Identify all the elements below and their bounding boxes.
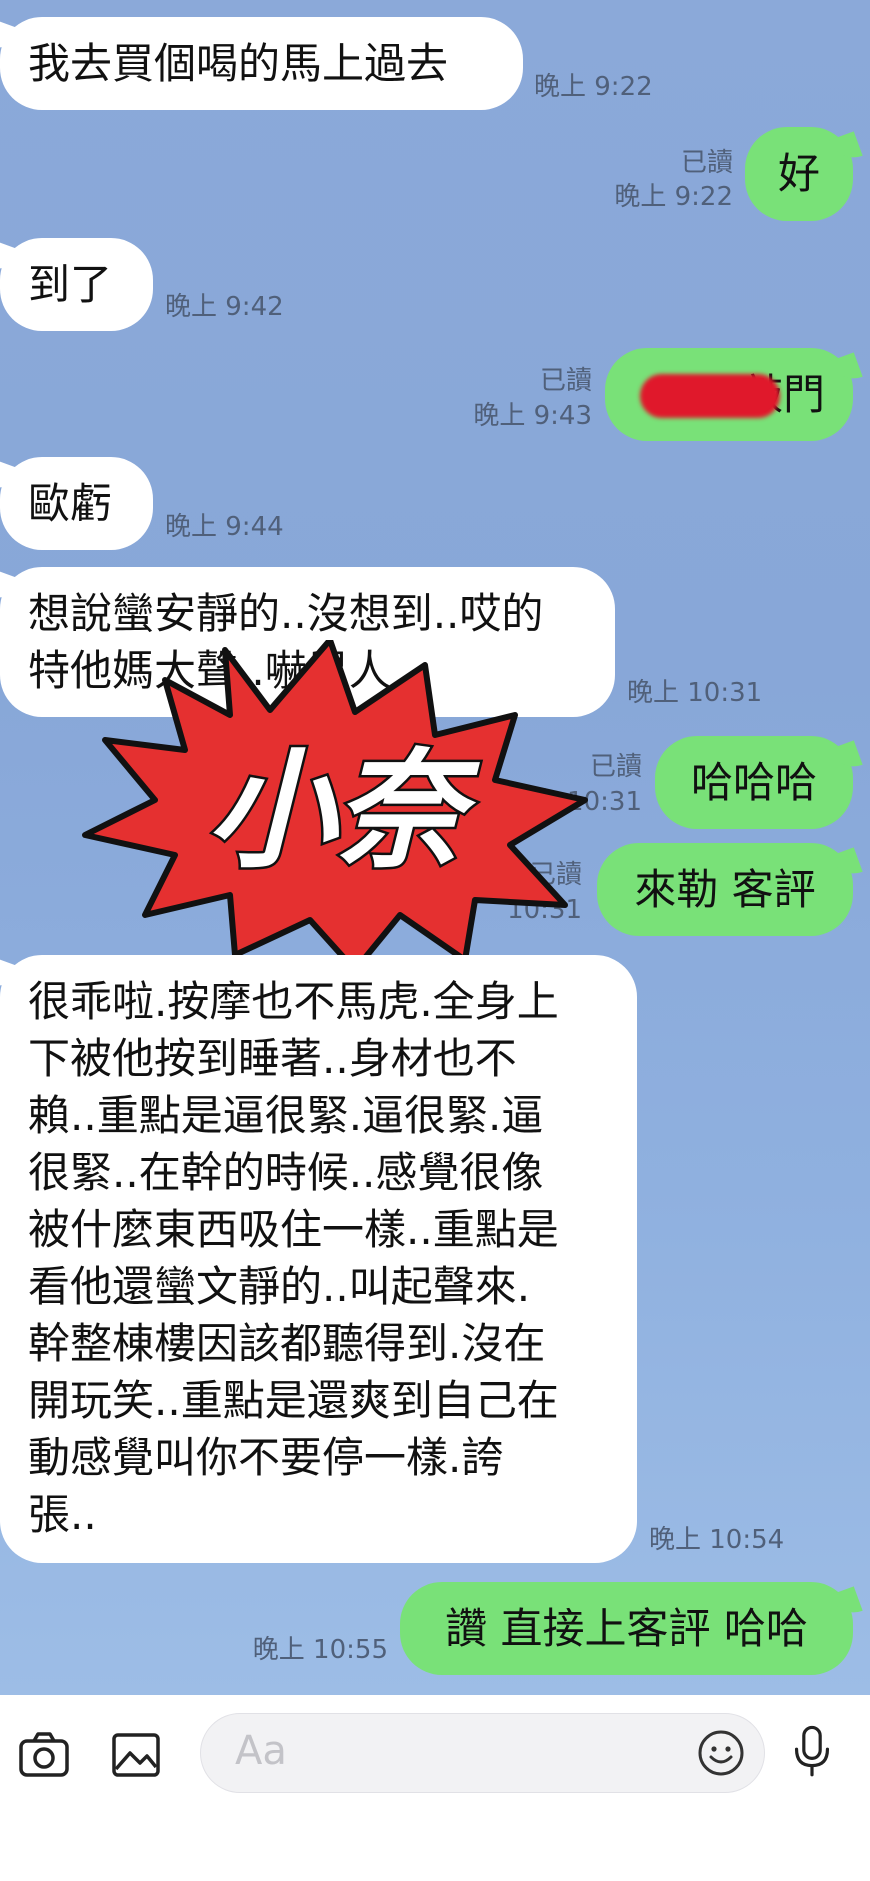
image-icon[interactable] (106, 1725, 166, 1785)
message-input-placeholder: Aa (235, 1728, 287, 1774)
incoming-message[interactable]: 我去買個喝的馬上過去 (0, 17, 523, 110)
message-time: 晚上 9:42 (165, 292, 284, 322)
message-time: 晚上 9:43 (473, 401, 592, 431)
message-text: 好 (777, 149, 820, 198)
camera-icon[interactable] (14, 1725, 74, 1785)
message-time: 晚上 10:31 (627, 678, 763, 708)
outgoing-message[interactable]: 讚 直接上客評 哈哈 (400, 1582, 853, 1675)
incoming-message[interactable]: 很乖啦.按摩也不馬虎.全身上 下被他按到睡著..身材也不 賴..重點是逼很緊.逼… (0, 955, 637, 1563)
microphone-icon[interactable] (782, 1722, 842, 1782)
chat-area[interactable]: 我去買個喝的馬上過去 晚上 9:22 已讀 晚上 9:22 好 到了 晚上 9:… (0, 0, 870, 1695)
incoming-message[interactable]: 到了 (0, 238, 153, 331)
incoming-message[interactable]: 歐虧 (0, 457, 153, 550)
outgoing-message[interactable]: 來勒 客評 (597, 843, 853, 936)
message-text: 歐虧 (28, 479, 113, 528)
message-text: 到了 (28, 260, 113, 309)
sticker-burst: 小奈 (82, 640, 588, 970)
read-receipt: 已讀 (539, 366, 592, 396)
message-input[interactable]: Aa (200, 1713, 765, 1793)
message-text: 讚 直接上客評 哈哈 (445, 1604, 808, 1653)
message-text: 來勒 客評 (634, 865, 816, 914)
message-time: 晚上 9:44 (165, 512, 284, 542)
outgoing-message[interactable]: 好 (745, 127, 853, 221)
emoji-icon[interactable] (692, 1724, 750, 1782)
message-text: 我去買個喝的馬上過去 (28, 39, 449, 88)
message-time: 晚上 10:55 (252, 1635, 388, 1665)
redaction-mark (640, 374, 780, 418)
read-receipt: 已讀 (680, 148, 733, 178)
sticker-text: 小奈 (207, 737, 480, 886)
message-time: 晚上 9:22 (614, 182, 733, 212)
message-time: 晚上 10:54 (649, 1525, 785, 1555)
message-text: 很乖啦.按摩也不馬虎.全身上 下被他按到睡著..身材也不 賴..重點是逼很緊.逼… (28, 977, 559, 1539)
message-time: 晚上 9:22 (534, 72, 653, 102)
outgoing-message[interactable]: 哈哈哈 (655, 736, 853, 829)
message-text: 哈哈哈 (690, 758, 817, 807)
